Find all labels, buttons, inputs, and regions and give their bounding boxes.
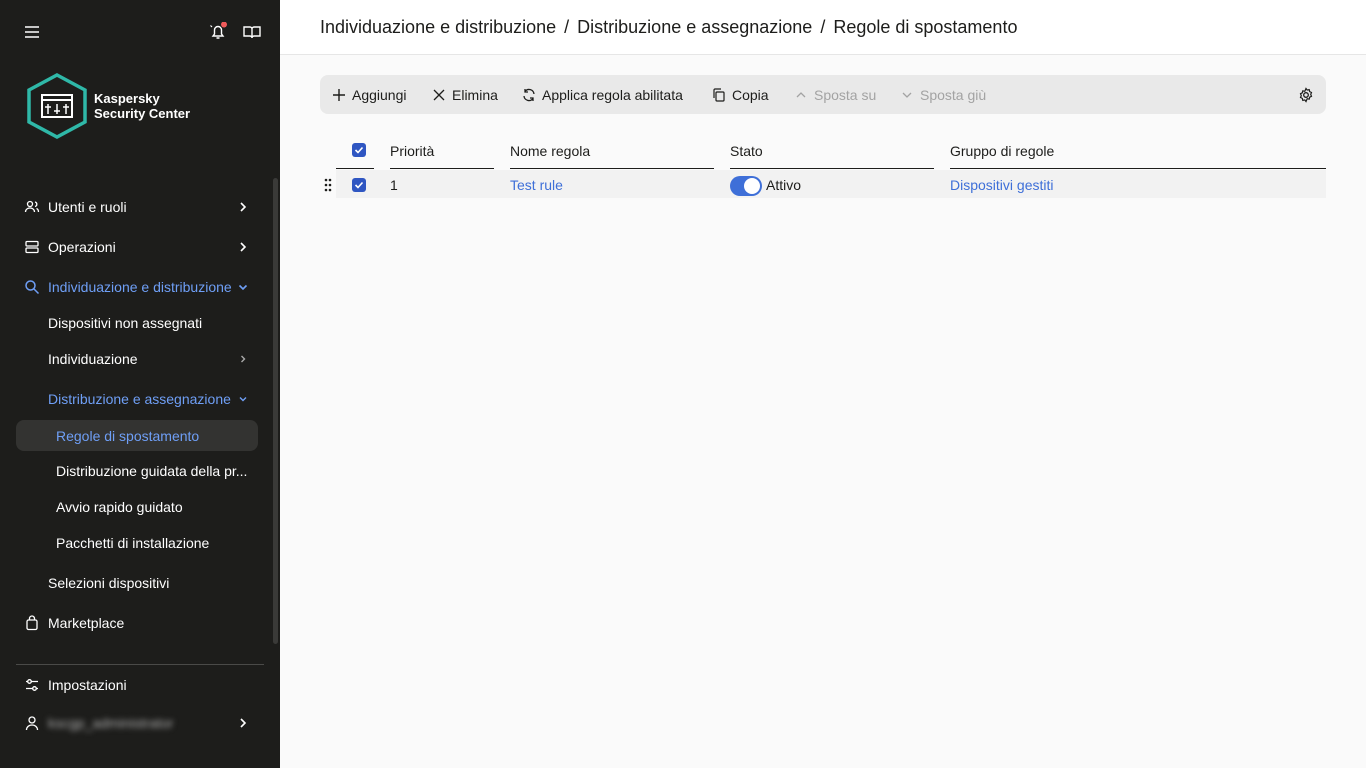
drag-handle-icon[interactable] — [324, 178, 332, 192]
sidebar-item-label: Distribuzione guidata della pr... — [56, 463, 248, 479]
user-name: kscgp_administrator — [48, 715, 174, 731]
bag-icon — [26, 615, 38, 631]
cell-rule-name-link[interactable]: Test rule — [510, 177, 563, 193]
sidebar-item-installation-packages[interactable]: Pacchetti di installazione — [16, 527, 258, 559]
kaspersky-logo[interactable]: Kaspersky Security Center — [26, 73, 256, 141]
sidebar-divider — [16, 664, 264, 665]
book-icon[interactable] — [242, 22, 262, 42]
breadcrumb: Individuazione e distribuzione / Distribuz… — [320, 17, 1017, 38]
sidebar-item-label: Distribuzione e assegnazione — [48, 391, 231, 407]
sidebar-item-label: Regole di spostamento — [56, 427, 200, 444]
chevron-right-icon — [241, 355, 246, 363]
move-up-button-label: Sposta su — [814, 86, 877, 103]
sidebar-item-label: Individuazione — [48, 351, 138, 367]
settings-sliders-icon — [26, 679, 38, 691]
sidebar-item-deployment-assignment[interactable]: Distribuzione e assegnazione — [16, 383, 258, 415]
breadcrumb-item[interactable]: Individuazione e distribuzione — [320, 17, 556, 37]
copy-button-label: Copia — [732, 86, 769, 103]
chevron-right-icon — [240, 202, 247, 212]
cell-priority: 1 — [390, 177, 398, 193]
checkmark-icon — [354, 181, 364, 189]
sidebar-item-unassigned-devices[interactable]: Dispositivi non assegnati — [16, 307, 258, 339]
sidebar-item-label: Avvio rapido guidato — [56, 499, 183, 515]
hamburger-menu-icon[interactable] — [22, 22, 42, 42]
column-header-rule-name[interactable]: Nome regola — [510, 133, 714, 169]
kaspersky-hexagon-icon — [27, 73, 87, 139]
sidebar-item-protection-deployment-wizard[interactable]: Distribuzione guidata della pr... — [16, 455, 258, 487]
sidebar-item-label: Pacchetti di installazione — [56, 535, 210, 551]
state-toggle[interactable] — [730, 176, 762, 196]
sidebar-item-marketplace[interactable]: Marketplace — [16, 607, 258, 639]
sidebar-item-quick-start-wizard[interactable]: Avvio rapido guidato — [16, 491, 258, 523]
sidebar-item-label: Individuazione e distribuzione — [48, 279, 232, 295]
select-all-checkbox[interactable] — [352, 143, 366, 157]
sidebar-item-user-account[interactable]: kscgp_administrator — [16, 707, 258, 739]
toolbar: Aggiungi Elimina Applica regola abilitat… — [320, 75, 1326, 114]
search-icon — [25, 280, 40, 295]
delete-button-label: Elimina — [452, 86, 498, 103]
sidebar-scrollbar[interactable] — [273, 178, 278, 644]
users-icon — [24, 200, 40, 213]
cell-rule-group-link[interactable]: Dispositivi gestiti — [950, 177, 1053, 193]
sidebar-item-label: Selezioni dispositivi — [48, 575, 170, 591]
gear-icon[interactable] — [1298, 87, 1314, 103]
cell-state: Attivo — [766, 177, 802, 193]
sidebar-item-move-rules[interactable]: Regole di spostamento — [16, 420, 258, 451]
breadcrumb-separator: / — [564, 17, 570, 37]
sidebar-item-device-selections[interactable]: Selezioni dispositivi — [16, 567, 258, 599]
select-all-header — [336, 133, 374, 169]
notification-bell-icon[interactable] — [208, 22, 228, 42]
user-icon — [25, 716, 39, 731]
copy-button[interactable]: Copia — [712, 75, 769, 114]
row-checkbox[interactable] — [352, 178, 366, 192]
column-header-state[interactable]: Stato — [730, 133, 934, 169]
column-header-rule-group[interactable]: Gruppo di regole — [950, 133, 1326, 169]
chevron-down-icon — [239, 397, 247, 402]
chevron-down-icon — [902, 92, 912, 98]
breadcrumb-item[interactable]: Distribuzione e assegnazione — [577, 17, 812, 37]
logo-line2: Security Center — [94, 106, 191, 121]
sidebar-item-label: Operazioni — [48, 239, 116, 255]
sidebar-item-users-roles[interactable]: Utenti e ruoli — [16, 191, 258, 223]
refresh-icon — [523, 88, 535, 101]
copy-icon — [713, 87, 725, 102]
logo-text: Kaspersky Security Center — [94, 91, 190, 121]
table-row[interactable] — [336, 170, 1326, 198]
delete-button[interactable]: Elimina — [432, 75, 498, 114]
apply-rule-button-label: Applica regola abilitata — [542, 86, 683, 103]
breadcrumb-current: Regole di spostamento — [833, 17, 1018, 37]
operations-icon — [25, 240, 39, 254]
sidebar-item-label: Dispositivi non assegnati — [48, 315, 203, 331]
chevron-right-icon — [240, 242, 247, 252]
chevron-up-icon — [796, 91, 806, 97]
move-down-button-label: Sposta giù — [920, 86, 987, 103]
page-header: Individuazione e distribuzione / Distribuz… — [280, 0, 1366, 55]
plus-icon — [333, 88, 345, 101]
logo-line1: Kaspersky — [94, 91, 160, 106]
sidebar-item-settings[interactable]: Impostazioni — [16, 669, 258, 701]
sidebar-item-operations[interactable]: Operazioni — [16, 231, 258, 263]
add-button[interactable]: Aggiungi — [332, 75, 407, 114]
checkmark-icon — [354, 146, 364, 154]
close-icon — [433, 89, 445, 100]
chevron-down-icon — [238, 284, 248, 291]
breadcrumb-separator: / — [820, 17, 826, 37]
sidebar-item-discovery[interactable]: Individuazione — [16, 343, 258, 375]
sidebar: Kaspersky Security Center Utenti e ruoli… — [0, 0, 280, 768]
column-header-priority[interactable]: Priorità — [390, 133, 494, 169]
add-button-label: Aggiungi — [352, 86, 407, 103]
toggle-knob — [744, 178, 760, 194]
sidebar-item-label: Impostazioni — [48, 677, 127, 693]
move-up-button[interactable]: Sposta su — [794, 75, 876, 114]
chevron-right-icon — [240, 718, 247, 728]
sidebar-top-bar — [22, 20, 262, 44]
sidebar-item-label: Marketplace — [48, 615, 125, 631]
move-down-button[interactable]: Sposta giù — [900, 75, 986, 114]
sidebar-item-discovery-deployment[interactable]: Individuazione e distribuzione — [16, 271, 258, 303]
apply-rule-button[interactable]: Applica regola abilitata — [522, 75, 683, 114]
sidebar-item-label: Utenti e ruoli — [48, 199, 127, 215]
